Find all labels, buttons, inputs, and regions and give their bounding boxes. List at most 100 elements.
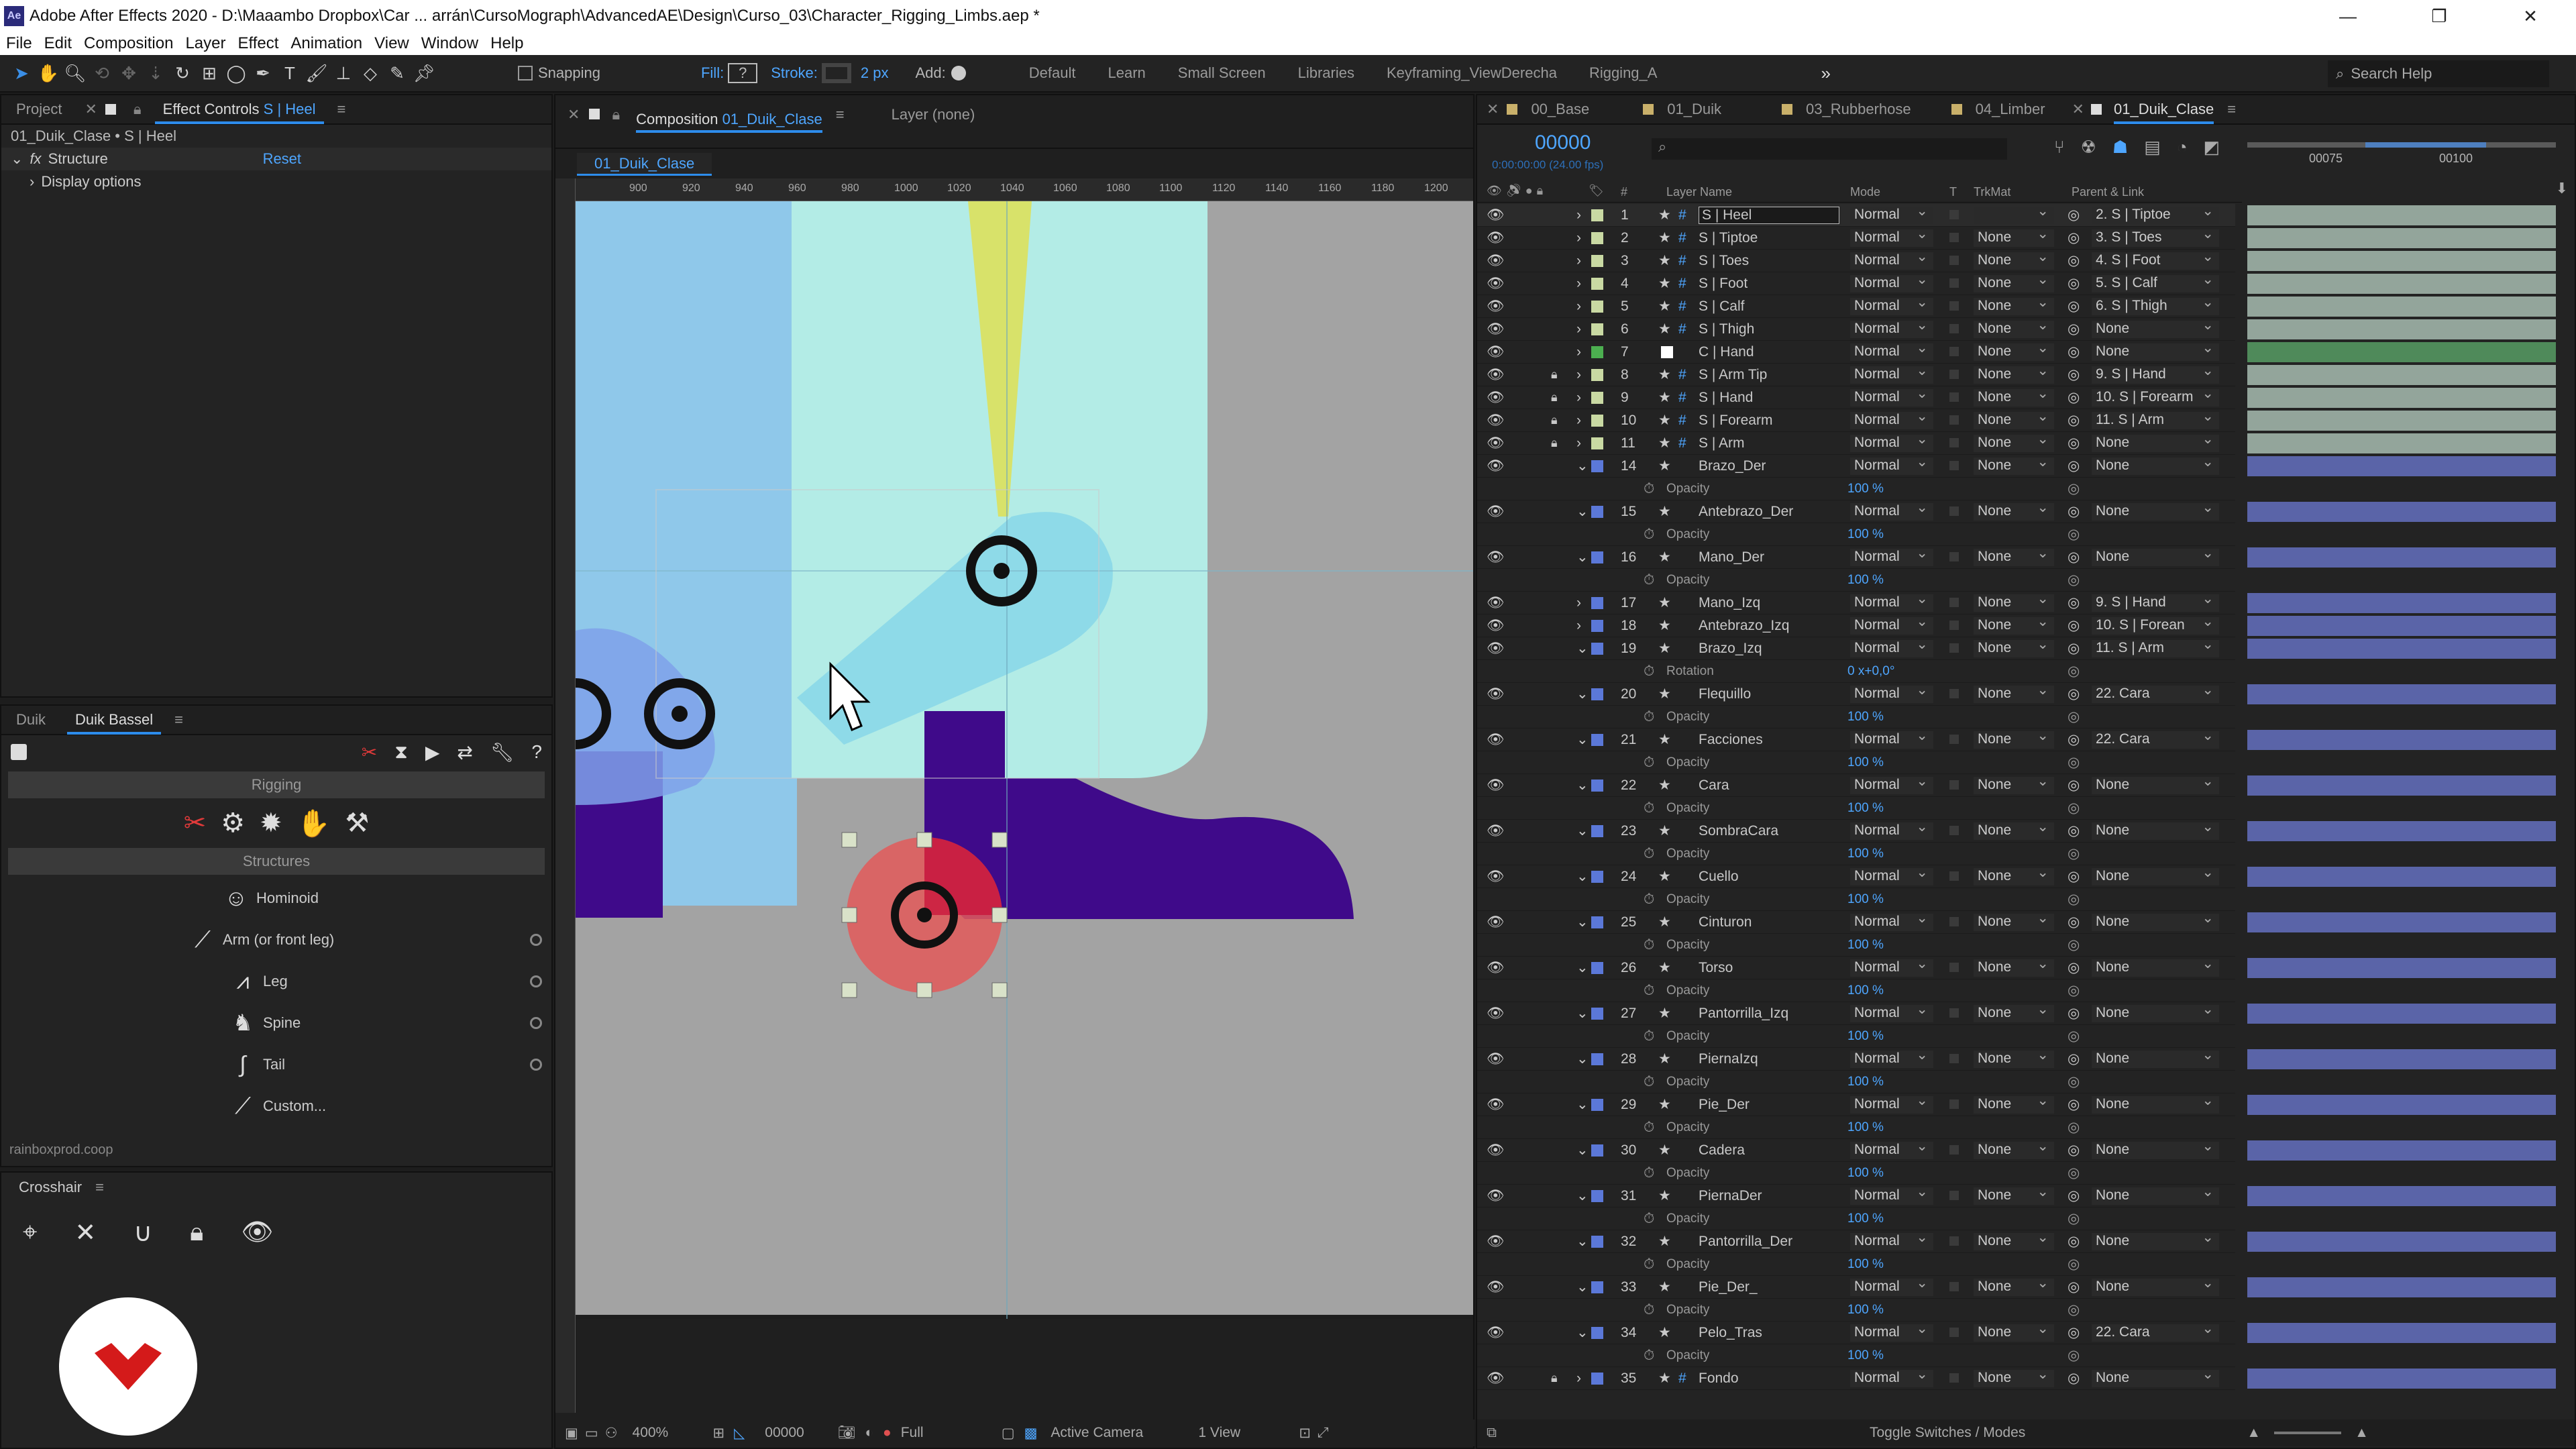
parent-select[interactable]: None [2092,1233,2219,1250]
expression-pickwhip-icon[interactable]: ◎ [2068,754,2080,771]
toggle-pixel-icon[interactable]: ⊡ [1299,1425,1311,1442]
property-row[interactable]: ⏱︎ Opacity 100 % ◎ [1477,1208,2235,1230]
pickwhip-icon[interactable]: ◎ [2068,1233,2080,1250]
expression-pickwhip-icon[interactable]: ◎ [2068,1073,2080,1090]
expression-pickwhip-icon[interactable]: ◎ [2068,708,2080,725]
track-matte-select[interactable]: None [1974,1370,2054,1387]
visibility-eye-icon[interactable]: 👁︎ [1487,960,1505,976]
camera-select[interactable]: Active Camera [1051,1425,1198,1441]
current-time[interactable]: 00000 [765,1425,804,1441]
property-row[interactable]: ⏱︎ Opacity 100 % ◎ [1477,1071,2235,1093]
ik-icon[interactable]: ✹ [260,808,282,839]
workspace-default[interactable]: Default [1013,64,1092,82]
visibility-eye-icon[interactable]: 👁︎ [1487,321,1505,337]
label-color-swatch[interactable] [1591,323,1603,335]
property-value[interactable]: 100 % [1847,527,1884,542]
pickwhip-icon[interactable]: ◎ [2068,959,2080,976]
search-help-input[interactable]: ⌕ Search Help [2328,60,2549,87]
layer-duration-bar[interactable] [2247,684,2556,704]
pickwhip-icon[interactable]: ◎ [2068,617,2080,634]
parent-select[interactable]: 22. Cara [2092,731,2219,749]
puppet-pin-icon[interactable]: 📌︎ [411,60,437,87]
layer-name[interactable]: Cara [1699,777,1729,794]
property-row[interactable]: ⏱︎ Opacity 100 % ◎ [1477,843,2235,865]
expression-pickwhip-icon[interactable]: ◎ [2068,1256,2080,1273]
layer-row[interactable]: 👁︎ ⌄ 27 ★ Pantorrilla_Izq Normal None ◎ None [1477,1002,2556,1025]
track-matte-select[interactable]: None [1974,822,2054,840]
visibility-eye-icon[interactable]: 👁︎ [1487,823,1505,839]
chevron-down-icon[interactable]: ⌄ [1576,1233,1589,1250]
track-matte-select[interactable]: None [1974,731,2054,749]
parent-select[interactable]: None [2092,1051,2219,1068]
brush-tool-icon[interactable]: 🖌︎ [303,60,330,87]
pickwhip-icon[interactable]: ◎ [2068,343,2080,360]
preserve-transparency-checkbox[interactable] [1949,392,1959,402]
layer-duration-bar[interactable] [2247,228,2556,248]
structure-leg[interactable]: ⩘ Leg [1,961,551,1002]
structure-hominoid[interactable]: ☺ Hominoid [1,877,551,919]
expression-pickwhip-icon[interactable]: ◎ [2068,1165,2080,1181]
label-color-swatch[interactable] [1591,209,1603,221]
tab-composition[interactable]: Composition 01_Duik_Clase [629,106,829,133]
chevron-right-icon[interactable]: › [1576,230,1581,246]
property-row[interactable]: ⏱︎ Opacity 100 % ◎ [1477,751,2235,774]
visibility-eye-icon[interactable]: 👁︎ [1487,299,1505,315]
track-matte-select[interactable]: None [1974,252,2054,270]
parent-select[interactable]: 11. S | Arm [2092,640,2219,657]
layer-duration-bar[interactable] [2247,411,2556,431]
always-preview-icon[interactable]: ▣ [565,1425,578,1442]
label-color-swatch[interactable] [1591,369,1603,381]
layer-name[interactable]: S | Foot [1699,276,1748,292]
pickwhip-icon[interactable]: ◎ [2068,822,2080,839]
visibility-eye-icon[interactable]: 👁︎ [1487,390,1505,406]
preserve-transparency-checkbox[interactable] [1949,643,1959,653]
preserve-transparency-checkbox[interactable] [1949,1328,1959,1337]
layer-duration-bar[interactable] [2247,297,2556,317]
layer-duration-bar[interactable] [2247,388,2556,408]
visibility-eye-icon[interactable]: 👁︎ [1487,1371,1505,1387]
layer-row[interactable]: 👁︎ ⌄ 24 ★ Cuello Normal None ◎ None [1477,865,2556,888]
layer-duration-bar[interactable] [2247,319,2556,339]
resolution-select[interactable]: Full [901,1425,1002,1441]
visibility-eye-icon[interactable]: 👁︎ [1487,458,1505,474]
layer-row[interactable]: 👁︎ ⌄ 15 ★ Antebrazo_Der Normal None ◎ None [1477,500,2556,523]
pickwhip-icon[interactable]: ◎ [2068,252,2080,269]
layer-row[interactable]: 👁︎ ⌄ 19 ★ Brazo_Izq Normal None ◎ 11. S | Arm [1477,637,2556,660]
fill-swatch[interactable]: ? [728,63,758,83]
layer-row[interactable]: 👁︎ 🔒︎ › 11 ★ # S | Arm Normal None ◎ None [1477,432,2556,455]
blend-mode-select[interactable]: Normal [1850,366,1933,384]
layer-duration-bar[interactable] [2247,593,2556,613]
stopwatch-icon[interactable]: ⏱︎ [1644,755,1654,771]
chevron-down-icon[interactable]: ⌄ [1576,1142,1589,1159]
blend-mode-select[interactable]: Normal [1850,207,1933,224]
visibility-eye-icon[interactable]: 👁︎ [1487,641,1505,657]
layer-name[interactable]: S | Arm [1699,435,1744,451]
tab-duik-bassel[interactable]: Duik Bassel [60,706,168,735]
layer-name[interactable]: S | Calf [1699,299,1744,315]
preserve-transparency-checkbox[interactable] [1949,689,1959,698]
menu-composition[interactable]: Composition [78,34,179,53]
parent-select[interactable]: None [2092,1279,2219,1296]
visibility-eye-icon[interactable]: 👁︎ [1487,1279,1505,1295]
chevron-down-icon[interactable]: ⌄ [1576,1279,1589,1295]
layer-row[interactable]: 👁︎ ⌄ 32 ★ Pantorrilla_Der Normal None ◎ None [1477,1230,2556,1253]
parent-select[interactable]: None [2092,868,2219,885]
parent-select[interactable]: None [2092,777,2219,794]
track-matte-select[interactable]: None [1974,321,2054,338]
layer-duration-bar[interactable] [2247,958,2556,978]
col-layer-name[interactable]: Layer Name [1666,185,1732,199]
visibility-eye-icon[interactable]: 👁︎ [1487,1188,1505,1204]
layer-duration-bar[interactable] [2247,1186,2556,1206]
tab-00-base[interactable]: 00_Base [1525,95,1643,124]
parent-select[interactable]: 9. S | Hand [2092,366,2219,384]
track-matte-select[interactable]: None [1974,389,2054,407]
property-value[interactable]: 100 % [1847,1075,1884,1089]
crosshair-eye-icon[interactable]: 👁︎ [241,1218,273,1247]
blend-mode-select[interactable]: Normal [1850,252,1933,270]
parent-select[interactable]: 22. Cara [2092,686,2219,703]
region-icon[interactable]: ◺ [734,1425,745,1442]
layer-name[interactable]: S | Thigh [1699,321,1754,337]
blend-mode-select[interactable]: Normal [1850,777,1933,794]
pickwhip-icon[interactable]: ◎ [2068,1324,2080,1341]
pickwhip-icon[interactable]: ◎ [2068,1051,2080,1067]
